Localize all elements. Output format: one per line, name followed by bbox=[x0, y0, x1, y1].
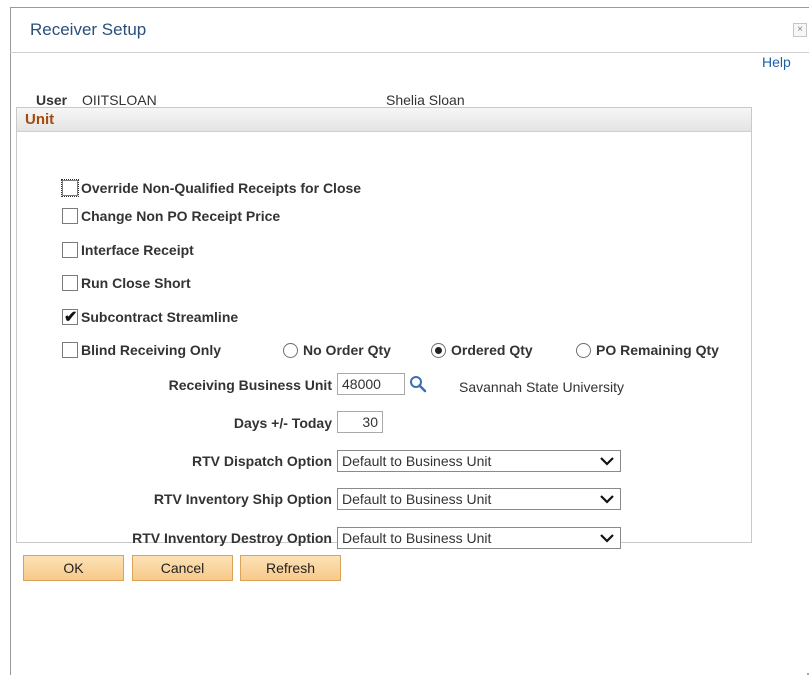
ok-button[interactable]: OK bbox=[23, 555, 124, 581]
change-price-checkbox[interactable] bbox=[62, 208, 78, 224]
radio-po-remaining-qty[interactable]: PO Remaining Qty bbox=[576, 341, 719, 359]
blind-receiving-checkbox[interactable] bbox=[62, 342, 78, 358]
receiving-bu-label: Receiving Business Unit bbox=[168, 377, 332, 393]
days-label: Days +/- Today bbox=[233, 415, 332, 431]
days-input[interactable] bbox=[337, 411, 383, 433]
radio-ordered-qty[interactable]: Ordered Qty bbox=[431, 341, 533, 359]
chevron-down-icon bbox=[600, 534, 614, 543]
radio-no-order-qty[interactable]: No Order Qty bbox=[283, 341, 391, 359]
radio-po-remaining-qty-label: PO Remaining Qty bbox=[596, 342, 719, 358]
rtv-ship-value: Default to Business Unit bbox=[342, 491, 492, 507]
help-link[interactable]: Help bbox=[762, 54, 791, 70]
interface-receipt-checkbox[interactable] bbox=[62, 242, 78, 258]
change-price-label: Change Non PO Receipt Price bbox=[81, 208, 281, 224]
user-label: User bbox=[36, 92, 68, 108]
run-close-short-label: Run Close Short bbox=[81, 275, 191, 291]
radio-no-order-qty-label: No Order Qty bbox=[303, 342, 391, 358]
chevron-down-icon bbox=[600, 457, 614, 466]
close-button[interactable]: × bbox=[793, 23, 807, 37]
run-close-short-checkbox[interactable] bbox=[62, 275, 78, 291]
receiving-bu-description: Savannah State University bbox=[459, 379, 624, 395]
radio-ordered-qty-label: Ordered Qty bbox=[451, 342, 533, 358]
radio-no-order-qty-button[interactable] bbox=[283, 342, 298, 358]
interface-receipt-row[interactable]: Interface Receipt bbox=[62, 241, 194, 259]
magnifier-icon[interactable] bbox=[409, 375, 427, 393]
rtv-destroy-value: Default to Business Unit bbox=[342, 530, 492, 546]
rtv-destroy-select[interactable]: Default to Business Unit bbox=[337, 527, 621, 549]
receiving-bu-input[interactable] bbox=[337, 373, 405, 395]
rtv-dispatch-select[interactable]: Default to Business Unit bbox=[337, 450, 621, 472]
refresh-button[interactable]: Refresh bbox=[240, 555, 341, 581]
run-close-short-row[interactable]: Run Close Short bbox=[62, 274, 191, 292]
rtv-destroy-label: RTV Inventory Destroy Option bbox=[132, 530, 332, 546]
user-id: OIITSLOAN bbox=[82, 92, 157, 108]
unit-group-header: Unit bbox=[17, 108, 751, 132]
rtv-dispatch-value: Default to Business Unit bbox=[342, 453, 492, 469]
override-receipts-label: Override Non-Qualified Receipts for Clos… bbox=[81, 180, 362, 196]
subcontract-streamline-checkbox[interactable]: ✔ bbox=[62, 309, 78, 326]
user-name: Shelia Sloan bbox=[386, 92, 465, 108]
change-price-row[interactable]: Change Non PO Receipt Price bbox=[62, 207, 280, 225]
interface-receipt-label: Interface Receipt bbox=[81, 242, 194, 258]
rtv-ship-label: RTV Inventory Ship Option bbox=[153, 491, 332, 507]
blind-receiving-label: Blind Receiving Only bbox=[81, 342, 222, 358]
override-receipts-row[interactable]: Override Non-Qualified Receipts for Clos… bbox=[61, 179, 362, 197]
subcontract-streamline-row[interactable]: ✔ Subcontract Streamline bbox=[62, 308, 238, 326]
rtv-dispatch-label: RTV Dispatch Option bbox=[192, 453, 332, 469]
subcontract-streamline-label: Subcontract Streamline bbox=[81, 309, 239, 325]
override-receipts-checkbox[interactable] bbox=[61, 179, 79, 197]
radio-ordered-qty-button[interactable] bbox=[431, 342, 446, 358]
rtv-ship-select[interactable]: Default to Business Unit bbox=[337, 488, 621, 510]
blind-receiving-row[interactable]: Blind Receiving Only bbox=[62, 341, 221, 359]
modal-title: Receiver Setup bbox=[30, 20, 147, 39]
chevron-down-icon bbox=[600, 495, 614, 504]
cancel-button[interactable]: Cancel bbox=[132, 555, 233, 581]
modal-titlebar: Receiver Setup × bbox=[10, 7, 809, 53]
radio-po-remaining-qty-button[interactable] bbox=[576, 342, 591, 358]
group-title: Unit bbox=[25, 111, 55, 128]
checkmark-icon: ✔ bbox=[64, 309, 78, 326]
